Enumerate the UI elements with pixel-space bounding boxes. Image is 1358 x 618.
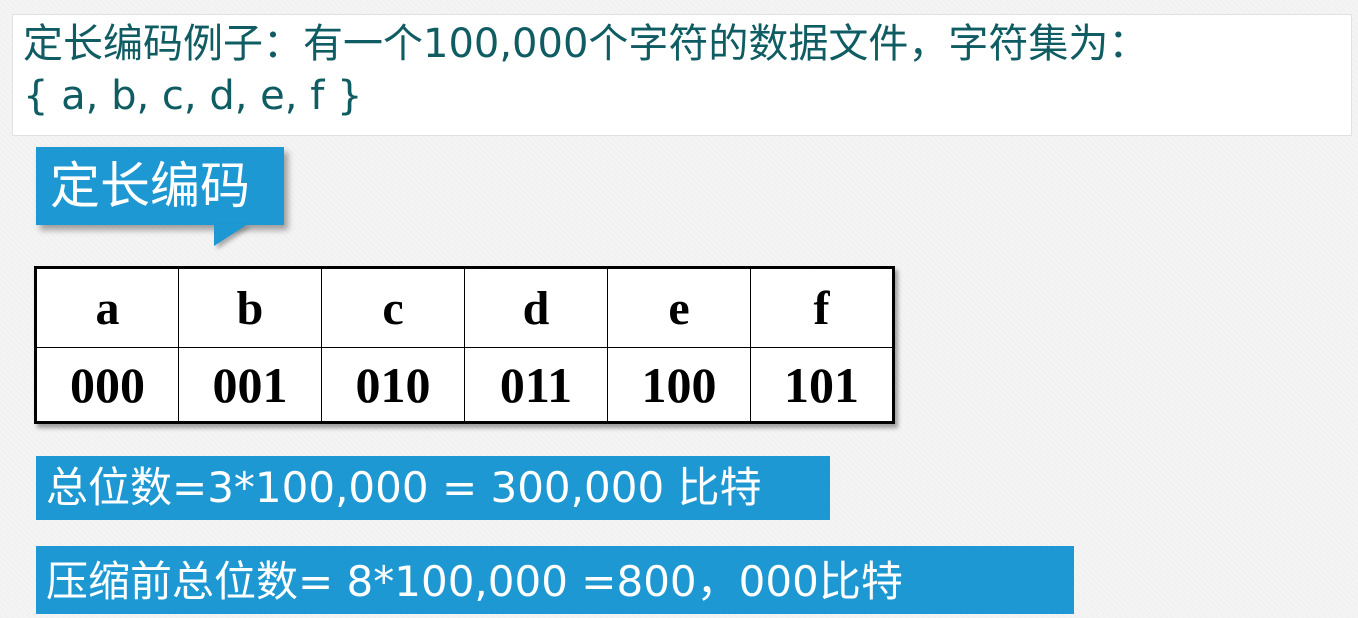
table-cell-char: c bbox=[321, 267, 465, 348]
table-cell-code: 001 bbox=[178, 347, 322, 423]
table-cell-code: 101 bbox=[750, 347, 894, 423]
table-cell-code: 000 bbox=[35, 347, 179, 423]
table-cell-code: 011 bbox=[464, 347, 608, 423]
total-bits-bar: 总位数=3*100,000 = 300,000 比特 bbox=[36, 456, 830, 520]
table-cell-char: e bbox=[607, 267, 751, 348]
callout-tail bbox=[214, 224, 248, 246]
table-cell-char: a bbox=[35, 267, 179, 348]
table-cell-char: f bbox=[750, 267, 894, 348]
table-cell-code: 010 bbox=[321, 347, 465, 423]
table-row-codes: 000 001 010 011 100 101 bbox=[35, 347, 894, 423]
fixed-length-callout: 定长编码 bbox=[36, 147, 284, 225]
table-cell-char: b bbox=[178, 267, 322, 348]
table-cell-char: d bbox=[464, 267, 608, 348]
code-table: a b c d e f 000 001 010 011 100 101 bbox=[34, 266, 895, 424]
title-line-1: 定长编码例子：有一个100,000个字符的数据文件，字符集为： bbox=[23, 21, 1149, 67]
table-row-characters: a b c d e f bbox=[35, 267, 894, 348]
title-line-2: { a, b, c, d, e, f } bbox=[23, 73, 363, 119]
before-compression-bar: 压缩前总位数= 8*100,000 =800，000比特 bbox=[36, 546, 1074, 614]
title-box: 定长编码例子：有一个100,000个字符的数据文件，字符集为： { a, b, … bbox=[12, 14, 1352, 136]
table-cell-code: 100 bbox=[607, 347, 751, 423]
